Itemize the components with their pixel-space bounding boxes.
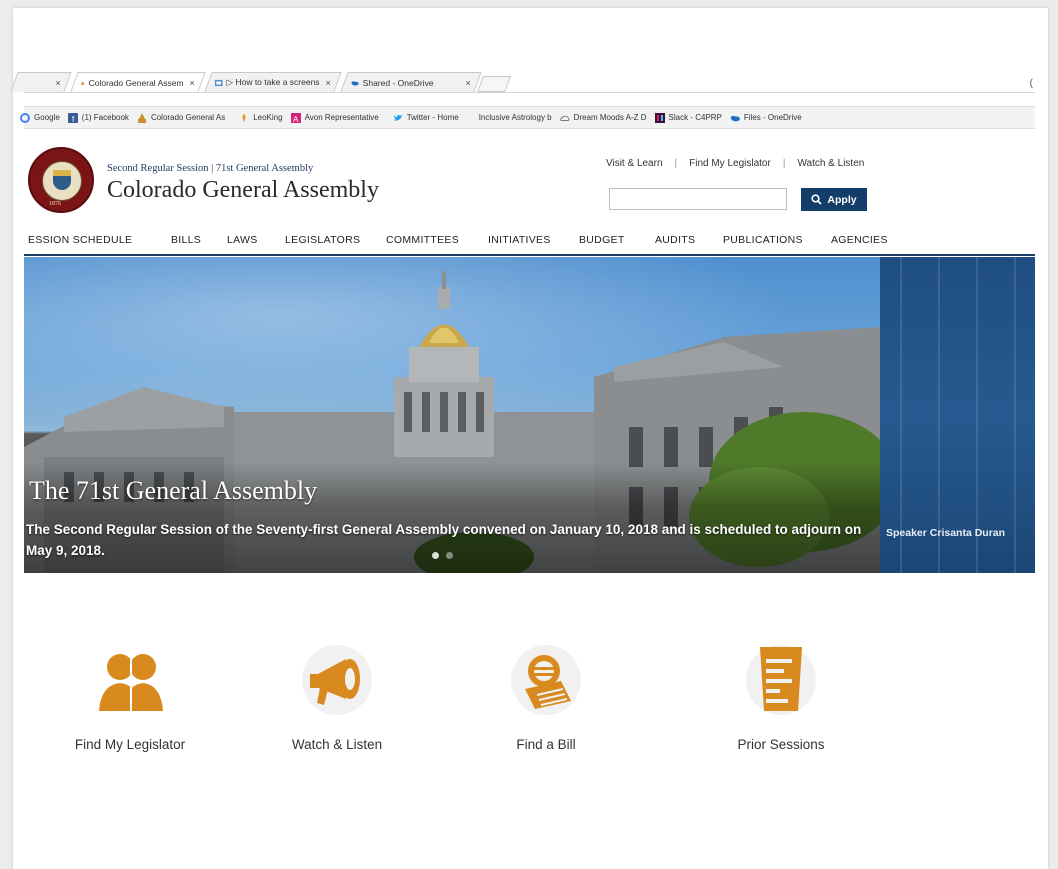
quick-link-prior-sessions[interactable]: Prior Sessions bbox=[701, 645, 861, 752]
people-icon bbox=[95, 645, 165, 715]
apply-button[interactable]: Apply bbox=[801, 188, 867, 211]
browser-tab-colorado[interactable]: Colorado General Assem × bbox=[70, 72, 206, 92]
search-icon bbox=[811, 194, 823, 205]
capitol-icon bbox=[137, 112, 146, 123]
megaphone-icon bbox=[302, 645, 372, 715]
tab-label: ▷ How to take a screens bbox=[226, 77, 320, 87]
session-subtitle: Second Regular Session | 71st General As… bbox=[107, 163, 314, 174]
bookmark-colorado[interactable]: Colorado General As bbox=[137, 112, 226, 123]
main-navigation: ESSION SCHEDULE BILLS LAWS LEGISLATORS C… bbox=[24, 234, 1035, 252]
bookmark-label: (1) Facebook bbox=[81, 113, 129, 122]
seal-year: 1876 bbox=[49, 201, 61, 207]
find-my-legislator-link[interactable]: Find My Legislator bbox=[689, 158, 771, 169]
tab-label: Colorado General Assem bbox=[88, 77, 184, 88]
documents-icon bbox=[511, 645, 581, 715]
twitter-icon bbox=[393, 114, 402, 121]
site-title[interactable]: Colorado General Assembly bbox=[107, 177, 379, 204]
quick-link-find-bill[interactable]: Find a Bill bbox=[466, 645, 626, 752]
tab-label: Shared - OneDrive bbox=[362, 77, 434, 88]
bookmark-label: Google bbox=[34, 113, 60, 122]
browser-tab-screenshot[interactable]: ▷ How to take a screens × bbox=[204, 72, 342, 92]
hero-slide[interactable]: The 71st General Assembly The Second Reg… bbox=[24, 257, 880, 573]
window-control-fragment: ( bbox=[1029, 78, 1033, 89]
state-seal-logo[interactable]: 1876 bbox=[28, 147, 94, 213]
watch-listen-link[interactable]: Watch & Listen bbox=[797, 158, 864, 169]
bookmark-files-onedrive[interactable]: Files - OneDrive bbox=[730, 113, 802, 123]
nav-audits[interactable]: AUDITS bbox=[655, 234, 695, 246]
nav-agencies[interactable]: AGENCIES bbox=[831, 234, 888, 246]
bookmark-label: Colorado General As bbox=[150, 113, 226, 122]
new-tab-button[interactable] bbox=[477, 76, 511, 92]
cloud-icon bbox=[559, 115, 570, 121]
bookmark-label: Files - OneDrive bbox=[743, 113, 802, 122]
avon-icon: A bbox=[290, 112, 301, 123]
capitol-icon bbox=[81, 80, 85, 85]
nav-initiatives[interactable]: INITIATIVES bbox=[488, 234, 551, 246]
nav-legislators[interactable]: LEGISLATORS bbox=[285, 234, 360, 246]
bookmarks-bar: Google f (1) Facebook Colorado General A… bbox=[20, 106, 1035, 129]
carousel-dot-active[interactable] bbox=[432, 552, 439, 559]
nav-laws[interactable]: LAWS bbox=[227, 234, 258, 246]
bookmark-slack[interactable]: Slack - C4PRP bbox=[654, 112, 722, 123]
quick-link-watch-listen[interactable]: Watch & Listen bbox=[257, 645, 417, 752]
google-icon bbox=[20, 112, 30, 123]
close-icon[interactable]: × bbox=[466, 78, 471, 88]
nav-underline bbox=[24, 254, 1035, 256]
bookmark-dream-moods[interactable]: Dream Moods A-Z D bbox=[559, 113, 647, 123]
apply-label: Apply bbox=[827, 193, 857, 206]
leo-icon bbox=[242, 113, 246, 122]
facebook-icon: f bbox=[67, 112, 78, 123]
onedrive-icon bbox=[730, 115, 740, 121]
divider: | bbox=[674, 158, 678, 169]
bookmark-facebook[interactable]: f (1) Facebook bbox=[67, 112, 129, 123]
carousel-dot[interactable] bbox=[446, 552, 453, 559]
archive-icon bbox=[746, 645, 816, 715]
quick-link-label: Find My Legislator bbox=[74, 737, 186, 752]
onedrive-icon bbox=[351, 80, 359, 86]
nav-publications[interactable]: PUBLICATIONS bbox=[723, 234, 803, 246]
quick-link-label: Watch & Listen bbox=[291, 737, 383, 752]
next-slide-caption: Speaker Crisanta Duran bbox=[886, 527, 1006, 539]
bookmark-leoking[interactable]: LeoKing bbox=[239, 113, 283, 123]
utility-links: Visit & Learn | Find My Legislator | Wat… bbox=[606, 158, 864, 169]
browser-tab-previous[interactable]: × bbox=[10, 72, 72, 92]
bookmark-avon[interactable]: A Avon Representative bbox=[290, 112, 379, 123]
close-icon[interactable]: × bbox=[190, 78, 195, 88]
next-slide-preview[interactable]: Speaker Crisanta Duran bbox=[880, 257, 1035, 573]
quick-link-label: Prior Sessions bbox=[737, 737, 825, 752]
search-input[interactable] bbox=[609, 188, 787, 210]
bookmark-google[interactable]: Google bbox=[20, 112, 60, 123]
bookmark-label: Inclusive Astrology b bbox=[478, 113, 552, 122]
browser-tab-onedrive[interactable]: Shared - OneDrive × bbox=[340, 72, 482, 92]
nav-session-schedule[interactable]: ESSION SCHEDULE bbox=[28, 234, 132, 246]
divider: | bbox=[782, 158, 786, 169]
bookmark-astrology[interactable]: Inclusive Astrology b bbox=[479, 113, 552, 122]
nav-committees[interactable]: COMMITTEES bbox=[386, 234, 459, 246]
bookmark-label: Avon Representative bbox=[304, 113, 379, 122]
close-icon[interactable]: × bbox=[326, 78, 331, 88]
hero-title: The 71st General Assembly bbox=[29, 476, 318, 505]
slack-icon bbox=[654, 112, 665, 123]
seal-emblem bbox=[42, 161, 82, 201]
nav-bills[interactable]: BILLS bbox=[171, 234, 201, 246]
screenshot-icon bbox=[214, 79, 223, 86]
bookmark-label: Slack - C4PRP bbox=[668, 113, 722, 122]
nav-budget[interactable]: BUDGET bbox=[579, 234, 625, 246]
quick-link-find-legislator[interactable]: Find My Legislator bbox=[50, 645, 210, 752]
bookmark-label: LeoKing bbox=[253, 113, 283, 122]
bookmark-twitter[interactable]: Twitter - Home bbox=[393, 113, 459, 123]
svg-text:A: A bbox=[293, 115, 299, 123]
quick-link-label: Find a Bill bbox=[516, 737, 576, 752]
bookmark-label: Twitter - Home bbox=[406, 113, 459, 122]
close-icon[interactable]: × bbox=[56, 78, 61, 88]
browser-tab-strip: × Colorado General Assem × ▷ How to take… bbox=[10, 62, 1035, 93]
bookmark-label: Dream Moods A-Z D bbox=[573, 113, 647, 122]
visit-learn-link[interactable]: Visit & Learn bbox=[606, 158, 663, 169]
